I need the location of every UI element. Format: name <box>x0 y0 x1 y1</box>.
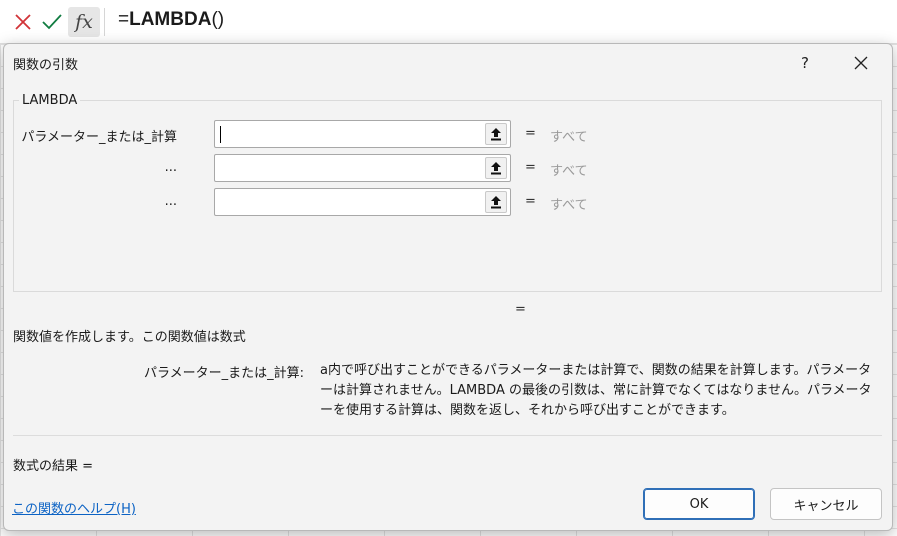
function-arguments-dialog: 関数の引数 ? パラメーター_または_計算 = すべて ... = すべて ..… <box>3 43 893 531</box>
arg-equals-3: = <box>525 194 536 209</box>
arg-field-3[interactable] <box>219 192 479 212</box>
dialog-help-button[interactable]: ? <box>790 50 820 76</box>
cancel-formula-icon[interactable] <box>10 8 36 36</box>
arg-row-1: パラメーター_または_計算 = すべて <box>14 120 881 148</box>
arg-row-3: ... = すべて <box>14 188 881 216</box>
function-group-label: LAMBDA <box>19 93 81 108</box>
arg-input-1[interactable] <box>214 120 511 148</box>
arg-equals-2: = <box>525 160 536 175</box>
arguments-group: パラメーター_または_計算 = すべて ... = すべて ... = すべて <box>13 100 882 292</box>
function-help-link[interactable]: この関数のヘルプ(H) <box>12 498 136 517</box>
formula-parens: () <box>211 9 225 30</box>
formula-prefix: = <box>118 9 130 30</box>
arrow-up-icon <box>491 128 501 141</box>
formula-result: 数式の結果 = <box>13 459 94 474</box>
dialog-title: 関数の引数 <box>13 58 79 73</box>
function-result-equals: = <box>515 302 526 317</box>
collapse-dialog-button-3[interactable] <box>485 191 507 213</box>
formula-bar-divider <box>104 8 105 36</box>
arg-result-1: すべて <box>550 130 588 145</box>
dialog-close-button[interactable] <box>846 50 876 76</box>
arg-label-3: ... <box>164 194 177 209</box>
cancel-button[interactable]: キャンセル <box>770 488 882 520</box>
arg-input-3[interactable] <box>214 188 511 216</box>
ok-button[interactable]: OK <box>643 488 755 520</box>
arg-label-2: ... <box>164 160 177 175</box>
formula-text[interactable]: =LAMBDA() <box>118 9 224 31</box>
param-name: パラメーター_または_計算: <box>144 366 304 381</box>
arg-field-1[interactable] <box>219 124 479 144</box>
arg-result-3: すべて <box>550 198 588 213</box>
dialog-titlebar[interactable]: 関数の引数 ? <box>4 44 892 82</box>
arrow-up-icon <box>491 162 501 175</box>
divider <box>13 435 882 436</box>
collapse-dialog-button-1[interactable] <box>485 123 507 145</box>
arg-label-1: パラメーター_または_計算 <box>21 130 177 145</box>
arg-result-2: すべて <box>550 164 588 179</box>
arg-equals-1: = <box>525 126 536 141</box>
arg-field-2[interactable] <box>219 158 479 178</box>
param-description: a内で呼び出すことができるパラメーターまたは計算で、関数の結果を計算します。パラ… <box>320 363 872 418</box>
enter-formula-icon[interactable] <box>39 8 65 36</box>
formula-bar: fx =LAMBDA() <box>0 0 897 44</box>
close-icon <box>854 56 868 70</box>
arg-input-2[interactable] <box>214 154 511 182</box>
insert-function-button[interactable]: fx <box>68 7 100 37</box>
collapse-dialog-button-2[interactable] <box>485 157 507 179</box>
fx-label: fx <box>75 11 93 33</box>
function-description: 関数値を作成します。この関数値は数式 <box>13 330 246 345</box>
arrow-up-icon <box>491 196 501 209</box>
formula-function-name: LAMBDA <box>129 9 212 30</box>
arg-row-2: ... = すべて <box>14 154 881 182</box>
